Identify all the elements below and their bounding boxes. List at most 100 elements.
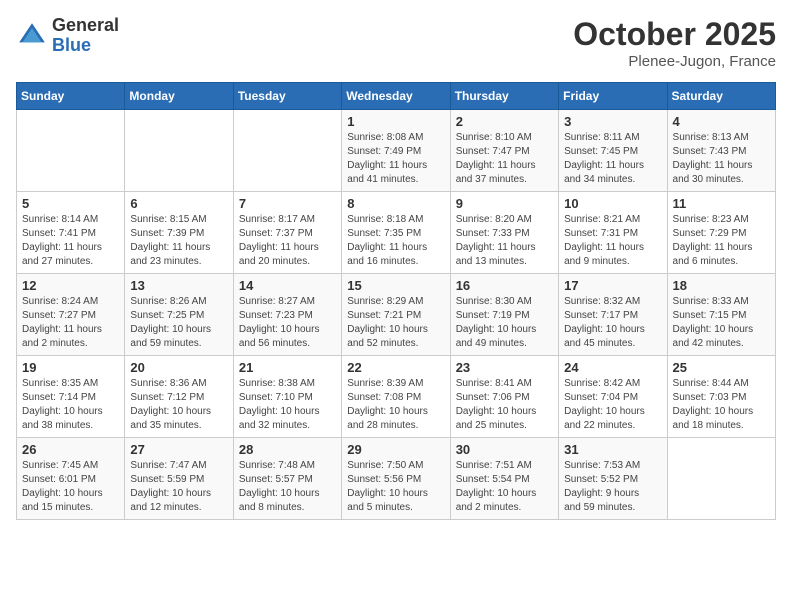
day-info: Sunrise: 7:50 AM Sunset: 5:56 PM Dayligh… [347, 459, 444, 515]
calendar-week-row: 5Sunrise: 8:14 AM Sunset: 7:41 PM Daylig… [17, 192, 776, 274]
day-number: 5 [22, 196, 119, 211]
day-info: Sunrise: 8:26 AM Sunset: 7:25 PM Dayligh… [130, 295, 227, 351]
calendar-cell [125, 110, 233, 192]
day-number: 13 [130, 278, 227, 293]
calendar-cell: 28Sunrise: 7:48 AM Sunset: 5:57 PM Dayli… [233, 438, 341, 520]
day-info: Sunrise: 8:17 AM Sunset: 7:37 PM Dayligh… [239, 213, 336, 269]
day-number: 30 [456, 442, 553, 457]
calendar-cell: 22Sunrise: 8:39 AM Sunset: 7:08 PM Dayli… [342, 356, 450, 438]
calendar-cell: 23Sunrise: 8:41 AM Sunset: 7:06 PM Dayli… [450, 356, 558, 438]
day-info: Sunrise: 8:30 AM Sunset: 7:19 PM Dayligh… [456, 295, 553, 351]
calendar-cell: 11 Sunrise: 8:23 AM Sunset: 7:29 PM Dayli… [667, 192, 775, 274]
day-number: 18 [673, 278, 770, 293]
calendar-cell: 27Sunrise: 7:47 AM Sunset: 5:59 PM Dayli… [125, 438, 233, 520]
day-info: Sunrise: 8:29 AM Sunset: 7:21 PM Dayligh… [347, 295, 444, 351]
calendar-week-row: 1 Sunrise: 8:08 AM Sunset: 7:49 PM Daylig… [17, 110, 776, 192]
day-number: 17 [564, 278, 661, 293]
calendar-header-row: SundayMondayTuesdayWednesdayThursdayFrid… [17, 83, 776, 110]
day-number: 12 [22, 278, 119, 293]
location: Plenee-Jugon, France [573, 53, 776, 70]
calendar-cell: 13 Sunrise: 8:26 AM Sunset: 7:25 PM Dayli… [125, 274, 233, 356]
calendar-cell: 8 Sunrise: 8:18 AM Sunset: 7:35 PM Daylig… [342, 192, 450, 274]
day-info: Sunrise: 8:38 AM Sunset: 7:10 PM Dayligh… [239, 377, 336, 433]
logo-icon [16, 20, 48, 52]
day-info: Sunrise: 8:18 AM Sunset: 7:35 PM Dayligh… [347, 213, 444, 269]
calendar-cell: 1 Sunrise: 8:08 AM Sunset: 7:49 PM Daylig… [342, 110, 450, 192]
day-number: 7 [239, 196, 336, 211]
day-of-week-header: Tuesday [233, 83, 341, 110]
day-info: Sunrise: 7:51 AM Sunset: 5:54 PM Dayligh… [456, 459, 553, 515]
day-number: 27 [130, 442, 227, 457]
day-number: 10 [564, 196, 661, 211]
calendar-cell: 9 Sunrise: 8:20 AM Sunset: 7:33 PM Daylig… [450, 192, 558, 274]
day-number: 19 [22, 360, 119, 375]
day-number: 6 [130, 196, 227, 211]
day-info: Sunrise: 8:42 AM Sunset: 7:04 PM Dayligh… [564, 377, 661, 433]
calendar-cell: 29 Sunrise: 7:50 AM Sunset: 5:56 PM Dayli… [342, 438, 450, 520]
day-info: Sunrise: 8:15 AM Sunset: 7:39 PM Dayligh… [130, 213, 227, 269]
day-number: 4 [673, 114, 770, 129]
calendar-cell: 14 Sunrise: 8:27 AM Sunset: 7:23 PM Dayli… [233, 274, 341, 356]
calendar-cell: 25Sunrise: 8:44 AM Sunset: 7:03 PM Dayli… [667, 356, 775, 438]
logo-text: General Blue [52, 16, 119, 56]
day-number: 29 [347, 442, 444, 457]
calendar-cell: 18 Sunrise: 8:33 AM Sunset: 7:15 PM Dayli… [667, 274, 775, 356]
calendar-cell: 3 Sunrise: 8:11 AM Sunset: 7:45 PM Daylig… [559, 110, 667, 192]
day-of-week-header: Thursday [450, 83, 558, 110]
day-number: 14 [239, 278, 336, 293]
calendar-cell [667, 438, 775, 520]
day-info: Sunrise: 8:39 AM Sunset: 7:08 PM Dayligh… [347, 377, 444, 433]
calendar-cell: 21Sunrise: 8:38 AM Sunset: 7:10 PM Dayli… [233, 356, 341, 438]
day-number: 11 [673, 196, 770, 211]
calendar-cell: 12 Sunrise: 8:24 AM Sunset: 7:27 PM Dayli… [17, 274, 125, 356]
calendar-cell: 30 Sunrise: 7:51 AM Sunset: 5:54 PM Dayli… [450, 438, 558, 520]
day-info: Sunrise: 8:27 AM Sunset: 7:23 PM Dayligh… [239, 295, 336, 351]
day-number: 25 [673, 360, 770, 375]
day-info: Sunrise: 7:45 AM Sunset: 6:01 PM Dayligh… [22, 459, 119, 515]
calendar-cell: 4 Sunrise: 8:13 AM Sunset: 7:43 PM Daylig… [667, 110, 775, 192]
calendar-cell: 19Sunrise: 8:35 AM Sunset: 7:14 PM Dayli… [17, 356, 125, 438]
day-of-week-header: Saturday [667, 83, 775, 110]
day-number: 8 [347, 196, 444, 211]
calendar-week-row: 19Sunrise: 8:35 AM Sunset: 7:14 PM Dayli… [17, 356, 776, 438]
calendar-table: SundayMondayTuesdayWednesdayThursdayFrid… [16, 82, 776, 520]
calendar-cell: 17 Sunrise: 8:32 AM Sunset: 7:17 PM Dayli… [559, 274, 667, 356]
day-number: 24 [564, 360, 661, 375]
day-number: 28 [239, 442, 336, 457]
day-info: Sunrise: 8:13 AM Sunset: 7:43 PM Dayligh… [673, 131, 770, 187]
day-of-week-header: Monday [125, 83, 233, 110]
logo-blue: Blue [52, 36, 119, 56]
day-info: Sunrise: 8:10 AM Sunset: 7:47 PM Dayligh… [456, 131, 553, 187]
calendar-cell: 20Sunrise: 8:36 AM Sunset: 7:12 PM Dayli… [125, 356, 233, 438]
day-number: 2 [456, 114, 553, 129]
day-info: Sunrise: 8:24 AM Sunset: 7:27 PM Dayligh… [22, 295, 119, 351]
calendar-cell: 5Sunrise: 8:14 AM Sunset: 7:41 PM Daylig… [17, 192, 125, 274]
calendar-cell: 15 Sunrise: 8:29 AM Sunset: 7:21 PM Dayli… [342, 274, 450, 356]
logo: General Blue [16, 16, 119, 56]
calendar-cell: 2 Sunrise: 8:10 AM Sunset: 7:47 PM Daylig… [450, 110, 558, 192]
day-info: Sunrise: 8:11 AM Sunset: 7:45 PM Dayligh… [564, 131, 661, 187]
calendar-cell: 7 Sunrise: 8:17 AM Sunset: 7:37 PM Daylig… [233, 192, 341, 274]
day-info: Sunrise: 8:23 AM Sunset: 7:29 PM Dayligh… [673, 213, 770, 269]
calendar-cell [17, 110, 125, 192]
calendar-cell: 6 Sunrise: 8:15 AM Sunset: 7:39 PM Daylig… [125, 192, 233, 274]
day-info: Sunrise: 8:32 AM Sunset: 7:17 PM Dayligh… [564, 295, 661, 351]
logo-general: General [52, 16, 119, 36]
day-number: 3 [564, 114, 661, 129]
calendar-week-row: 12 Sunrise: 8:24 AM Sunset: 7:27 PM Dayli… [17, 274, 776, 356]
day-number: 1 [347, 114, 444, 129]
page-header: General Blue October 2025 Plenee-Jugon, … [16, 16, 776, 70]
title-block: October 2025 Plenee-Jugon, France [573, 16, 776, 70]
day-info: Sunrise: 8:36 AM Sunset: 7:12 PM Dayligh… [130, 377, 227, 433]
day-info: Sunrise: 7:53 AM Sunset: 5:52 PM Dayligh… [564, 459, 661, 515]
day-of-week-header: Wednesday [342, 83, 450, 110]
day-info: Sunrise: 8:41 AM Sunset: 7:06 PM Dayligh… [456, 377, 553, 433]
day-number: 15 [347, 278, 444, 293]
day-number: 26 [22, 442, 119, 457]
day-info: Sunrise: 8:33 AM Sunset: 7:15 PM Dayligh… [673, 295, 770, 351]
day-number: 9 [456, 196, 553, 211]
day-info: Sunrise: 8:08 AM Sunset: 7:49 PM Dayligh… [347, 131, 444, 187]
calendar-week-row: 26 Sunrise: 7:45 AM Sunset: 6:01 PM Dayli… [17, 438, 776, 520]
day-info: Sunrise: 8:20 AM Sunset: 7:33 PM Dayligh… [456, 213, 553, 269]
day-number: 31 [564, 442, 661, 457]
